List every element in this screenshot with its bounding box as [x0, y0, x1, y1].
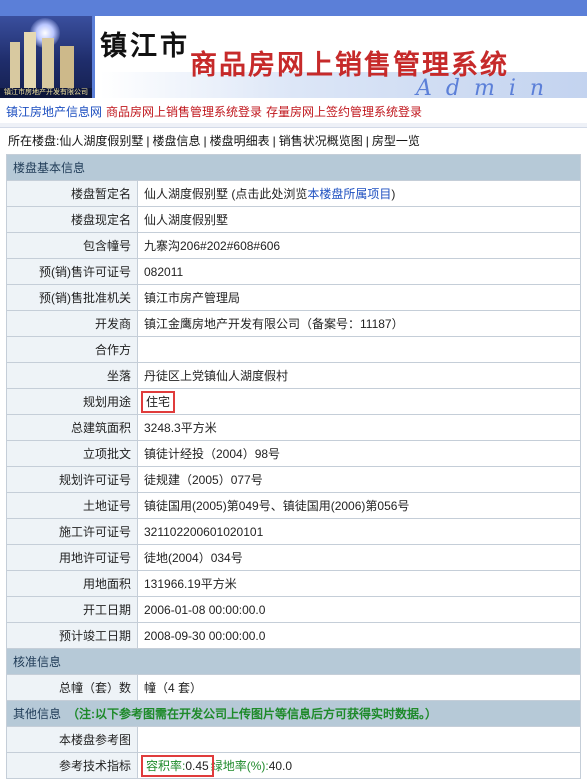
banner-admin-text: Admin [416, 76, 559, 101]
link-real-estate-info-site[interactable]: 镇江房地产信息网 [6, 105, 102, 119]
table-row: 预计竣工日期 2008-09-30 00:00:00.0 [6, 622, 581, 649]
field-label: 规划用途 [6, 388, 138, 415]
tab-floor-plans[interactable]: 房型一览 [372, 134, 420, 148]
field-label: 预(销)售许可证号 [6, 258, 138, 285]
top-link-bar: 镇江房地产信息网 商品房网上销售管理系统登录 存量房网上签约管理系统登录 [0, 101, 587, 123]
banner-top-bar [0, 0, 587, 16]
field-value: 仙人湖度假别墅 (点击此处浏览本楼盘所属项目) [137, 180, 581, 207]
table-row: 土地证号 镇徒国用(2005)第049号、镇徒国用(2006)第056号 [6, 492, 581, 519]
project-link[interactable]: 本楼盘所属项目 [307, 187, 391, 201]
field-value: 2008-09-30 00:00:00.0 [137, 622, 581, 649]
building-shape [10, 42, 20, 90]
field-value: 丹徒区上党镇仙人湖度假村 [137, 362, 581, 389]
field-value: 082011 [137, 258, 581, 285]
table-row: 楼盘现定名 仙人湖度假别墅 [6, 206, 581, 233]
table-row: 规划用途 住宅 [6, 388, 581, 415]
field-value: 镇徒国用(2005)第049号、镇徒国用(2006)第056号 [137, 492, 581, 519]
field-label: 本楼盘参考图 [6, 726, 138, 753]
table-row: 合作方 [6, 336, 581, 363]
field-value: 131966.19平方米 [137, 570, 581, 597]
table-row: 规划许可证号 徒规建（2005）077号 [6, 466, 581, 493]
field-label: 总幢（套）数 [6, 674, 138, 701]
plot-ratio-label: 容积率: [146, 759, 186, 773]
tab-sales-overview-chart[interactable]: 销售状况概览图 [279, 134, 363, 148]
section-row: 其他信息 （注:以下参考图需在开发公司上传图片等信息后方可获得实时数据。） [6, 700, 581, 727]
breadcrumb: 所在楼盘:仙人湖度假别墅 | 楼盘信息 | 楼盘明细表 | 销售状况概览图 | 房型一览 [8, 134, 420, 148]
breadcrumb-current: 所在楼盘:仙人湖度假别墅 [8, 134, 144, 148]
field-value: 镇徒计经投（2004）98号 [137, 440, 581, 467]
tab-building-info[interactable]: 楼盘信息 [152, 134, 200, 148]
table-row: 包含幢号 九寨沟206#202#608#606 [6, 232, 581, 259]
field-value: 九寨沟206#202#608#606 [137, 232, 581, 259]
field-label: 合作方 [6, 336, 138, 363]
banner-divider [92, 16, 95, 98]
field-label: 总建筑面积 [6, 414, 138, 441]
link-stock-system-login[interactable]: 存量房网上签约管理系统登录 [266, 105, 422, 119]
highlighted-usage-value: 住宅 [140, 391, 176, 413]
reference-image-cell [137, 726, 581, 753]
photo-caption: 镇江市房地产开发有限公司 [4, 89, 88, 96]
tab-building-detail-table[interactable]: 楼盘明细表 [210, 134, 270, 148]
field-value: 徒规建（2005）077号 [137, 466, 581, 493]
table-row: 预(销)售批准机关 镇江市房产管理局 [6, 284, 581, 311]
field-label: 用地许可证号 [6, 544, 138, 571]
field-label: 预计竣工日期 [6, 622, 138, 649]
section-row: 楼盘基本信息 [6, 154, 581, 181]
field-label: 楼盘暂定名 [6, 180, 138, 207]
table-row: 总幢（套）数 幢（4 套） [6, 674, 581, 701]
field-value: 住宅 [137, 388, 581, 415]
building-shape [24, 32, 36, 90]
table-row: 开工日期 2006-01-08 00:00:00.0 [6, 596, 581, 623]
field-label: 预(销)售批准机关 [6, 284, 138, 311]
link-sales-system-login[interactable]: 商品房网上销售管理系统登录 [106, 105, 262, 119]
table-row: 用地许可证号 徒地(2004）034号 [6, 544, 581, 571]
section-header-other: 其他信息 （注:以下参考图需在开发公司上传图片等信息后方可获得实时数据。） [6, 700, 581, 727]
building-shape [42, 38, 54, 90]
highlighted-plot-ratio: 容积率:0.45 [141, 755, 214, 777]
table-row: 立项批文 镇徒计经投（2004）98号 [6, 440, 581, 467]
table-row: 开发商 镇江金鹰房地产开发有限公司（备案号：11187） [6, 310, 581, 337]
building-info-table: 楼盘基本信息 楼盘暂定名 仙人湖度假别墅 (点击此处浏览本楼盘所属项目) 楼盘现… [6, 154, 581, 779]
table-row: 坐落 丹徒区上党镇仙人湖度假村 [6, 362, 581, 389]
field-label: 规划许可证号 [6, 466, 138, 493]
field-label: 立项批文 [6, 440, 138, 467]
field-label: 坐落 [6, 362, 138, 389]
green-ratio-value: 40.0 [268, 759, 293, 773]
field-value: 徒地(2004）034号 [137, 544, 581, 571]
table-row: 参考技术指标 容积率:0.45 绿地率(%):40.0 [6, 752, 581, 779]
site-banner: 镇江市房地产开发有限公司 镇江市 商品房网上销售管理系统 Admin [0, 0, 587, 101]
table-row: 总建筑面积 3248.3平方米 [6, 414, 581, 441]
section-row: 核准信息 [6, 648, 581, 675]
table-row: 用地面积 131966.19平方米 [6, 570, 581, 597]
field-label: 楼盘现定名 [6, 206, 138, 233]
plot-ratio-value: 0.45 [185, 759, 209, 773]
table-row: 本楼盘参考图 [6, 726, 581, 753]
field-value: 321102200601020101 [137, 518, 581, 545]
field-value: 仙人湖度假别墅 [137, 206, 581, 233]
field-label: 参考技术指标 [6, 752, 138, 779]
field-label: 土地证号 [6, 492, 138, 519]
table-row: 预(销)售许可证号 082011 [6, 258, 581, 285]
table-row: 施工许可证号 321102200601020101 [6, 518, 581, 545]
banner-city-name: 镇江市 [100, 31, 190, 62]
section-header-approval: 核准信息 [6, 648, 581, 675]
field-value: 2006-01-08 00:00:00.0 [137, 596, 581, 623]
field-label: 开工日期 [6, 596, 138, 623]
building-shape [60, 46, 74, 90]
field-value: 容积率:0.45 绿地率(%):40.0 [137, 752, 581, 779]
field-value: 幢（4 套） [137, 674, 581, 701]
field-value: 镇江金鹰房地产开发有限公司（备案号：11187） [137, 310, 581, 337]
section-header-basic: 楼盘基本信息 [6, 154, 581, 181]
field-label: 用地面积 [6, 570, 138, 597]
section-note: （注:以下参考图需在开发公司上传图片等信息后方可获得实时数据。） [67, 707, 438, 721]
field-label: 包含幢号 [6, 232, 138, 259]
green-ratio-label: 绿地率(%): [210, 759, 269, 773]
field-value: 镇江市房产管理局 [137, 284, 581, 311]
table-row: 楼盘暂定名 仙人湖度假别墅 (点击此处浏览本楼盘所属项目) [6, 180, 581, 207]
banner-building-photo: 镇江市房地产开发有限公司 [0, 16, 92, 98]
field-value: 3248.3平方米 [137, 414, 581, 441]
field-label: 开发商 [6, 310, 138, 337]
field-value [137, 336, 581, 363]
field-label: 施工许可证号 [6, 518, 138, 545]
